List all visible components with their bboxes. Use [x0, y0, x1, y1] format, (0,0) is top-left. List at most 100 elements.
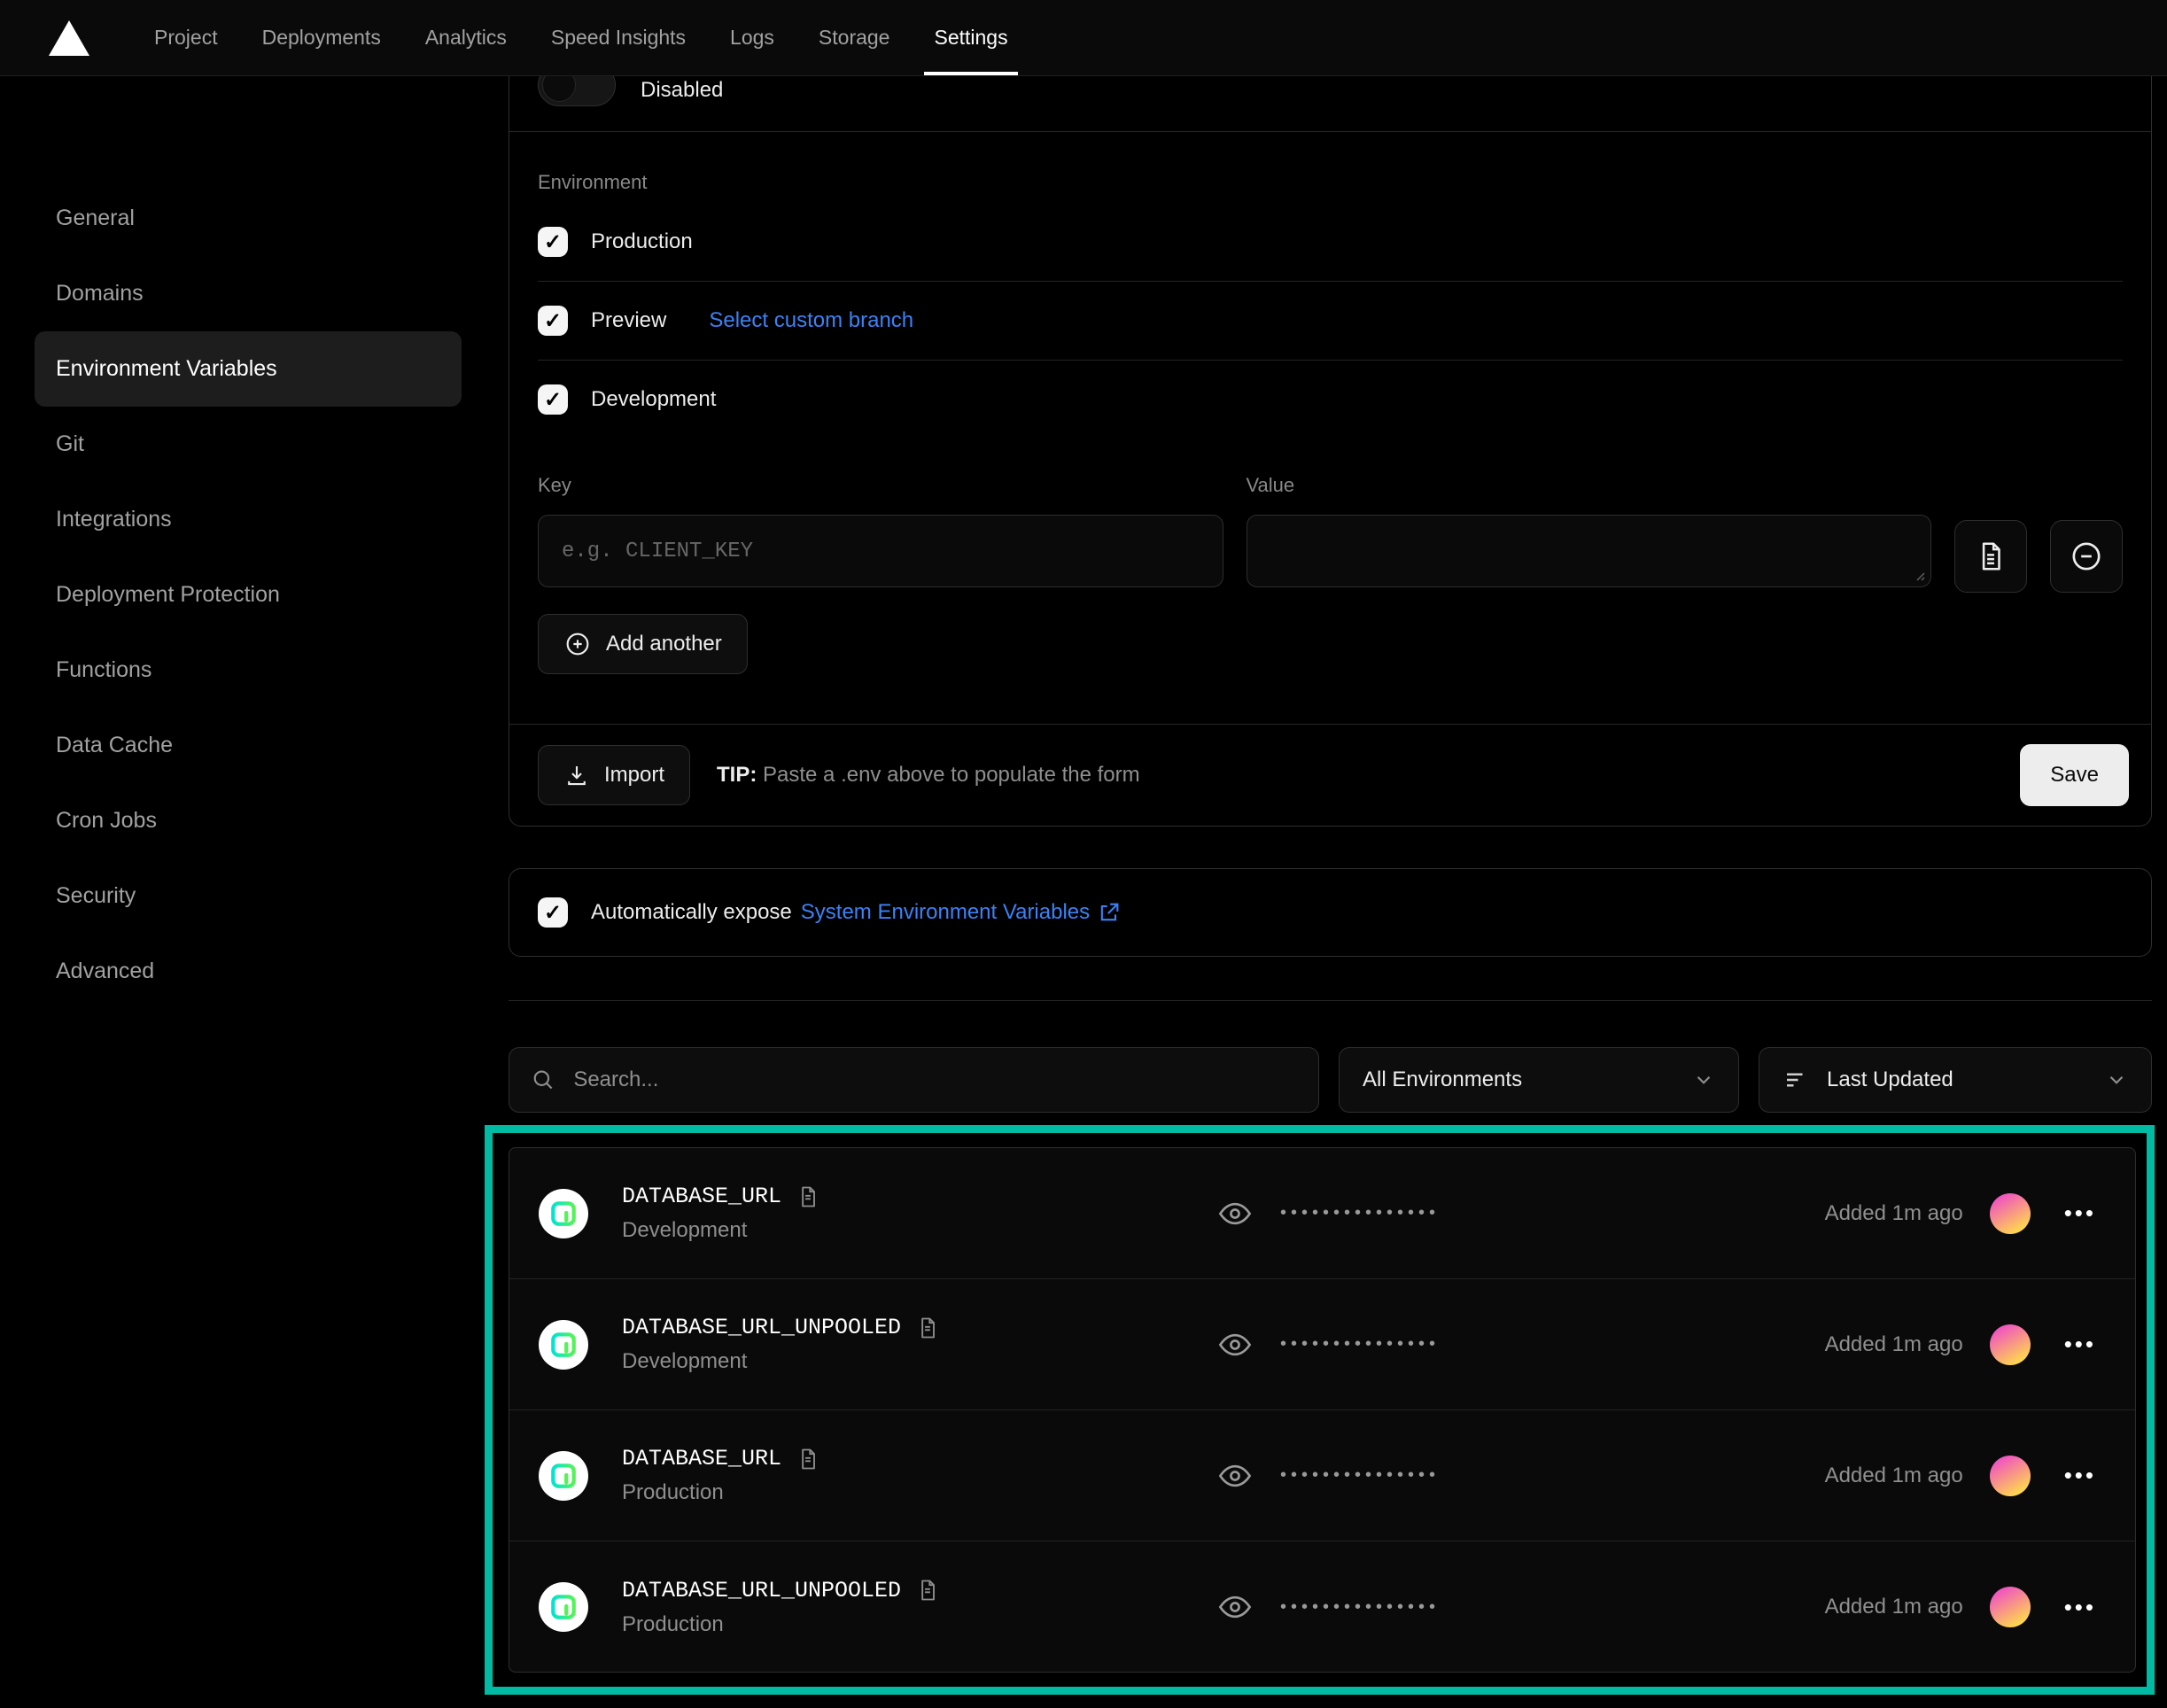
environment-filter-dropdown[interactable]: All Environments [1339, 1047, 1739, 1113]
filter-row: All Environments Last Updated [509, 1047, 2152, 1113]
env-var-row[interactable]: DATABASE_URL Development ••••••••••••••• [509, 1148, 2135, 1279]
settings-sidebar: General Domains Environment Variables Gi… [35, 181, 462, 1009]
added-timestamp: Added 1m ago [1825, 1595, 1963, 1619]
disabled-toggle[interactable] [538, 76, 616, 106]
tab-deployments[interactable]: Deployments [240, 0, 403, 75]
env-var-key: DATABASE_URL [622, 1446, 781, 1471]
tab-project[interactable]: Project [132, 0, 240, 75]
sidebar-item-deployment-protection[interactable]: Deployment Protection [35, 557, 462, 633]
sort-icon [1783, 1067, 1809, 1093]
sidebar-item-functions[interactable]: Functions [35, 633, 462, 708]
sort-dropdown[interactable]: Last Updated [1759, 1047, 2152, 1113]
top-nav: Project Deployments Analytics Speed Insi… [0, 0, 2167, 76]
neon-logo-icon [548, 1461, 579, 1491]
value-label: Value [1247, 474, 1932, 497]
user-avatar [1990, 1456, 2031, 1496]
auto-expose-checkbox[interactable]: ✓ [538, 897, 568, 928]
tab-logs[interactable]: Logs [708, 0, 796, 75]
row-menu-button[interactable]: ••• [2057, 1594, 2103, 1621]
user-avatar [1990, 1324, 2031, 1365]
paste-env-button[interactable] [1954, 520, 2027, 593]
page: Project Deployments Analytics Speed Insi… [0, 0, 2167, 1708]
added-timestamp: Added 1m ago [1825, 1463, 1963, 1488]
environment-development-row: ✓ Development [509, 361, 2151, 439]
neon-integration-avatar [539, 1451, 588, 1501]
tab-speed-insights[interactable]: Speed Insights [529, 0, 708, 75]
env-var-key: DATABASE_URL_UNPOOLED [622, 1578, 901, 1603]
key-input[interactable] [538, 515, 1223, 587]
add-another-row: Add another [509, 593, 2151, 724]
preview-checkbox[interactable]: ✓ [538, 306, 568, 336]
value-input[interactable] [1247, 515, 1932, 587]
row-menu-button[interactable]: ••• [2057, 1331, 2103, 1358]
sidebar-item-git[interactable]: Git [35, 407, 462, 482]
tab-analytics[interactable]: Analytics [403, 0, 529, 75]
development-checkbox[interactable]: ✓ [538, 384, 568, 415]
eye-icon[interactable] [1216, 1195, 1254, 1232]
note-icon[interactable] [915, 1316, 940, 1340]
env-var-row[interactable]: DATABASE_URL_UNPOOLED Production •••••••… [509, 1541, 2135, 1673]
env-var-key: DATABASE_URL_UNPOOLED [622, 1315, 901, 1340]
row-menu-button[interactable]: ••• [2057, 1199, 2103, 1227]
sidebar-item-security[interactable]: Security [35, 858, 462, 934]
select-custom-branch-link[interactable]: Select custom branch [709, 308, 913, 333]
download-icon [563, 762, 590, 788]
env-var-row[interactable]: DATABASE_URL_UNPOOLED Development ••••••… [509, 1279, 2135, 1410]
row-menu-button[interactable]: ••• [2057, 1462, 2103, 1489]
system-env-vars-link[interactable]: System Environment Variables [801, 900, 1090, 925]
form-footer: Import TIP: Paste a .env above to popula… [509, 724, 2151, 826]
sidebar-item-cron-jobs[interactable]: Cron Jobs [35, 783, 462, 858]
sidebar-item-integrations[interactable]: Integrations [35, 482, 462, 557]
chevron-down-icon [2105, 1068, 2128, 1091]
key-value-form: Key Value [509, 439, 2151, 593]
note-icon[interactable] [915, 1578, 940, 1603]
search-box[interactable] [509, 1047, 1319, 1113]
env-var-list: DATABASE_URL Development ••••••••••••••• [509, 1147, 2136, 1673]
sidebar-item-environment-variables[interactable]: Environment Variables [35, 331, 462, 407]
masked-value: ••••••••••••••• [1280, 1203, 1440, 1223]
disabled-toggle-row: Disabled [509, 76, 2151, 131]
note-icon[interactable] [796, 1447, 820, 1471]
preview-label: Preview [591, 308, 666, 333]
sidebar-item-domains[interactable]: Domains [35, 256, 462, 331]
neon-integration-avatar [539, 1320, 588, 1370]
import-button[interactable]: Import [538, 745, 690, 805]
tab-storage[interactable]: Storage [796, 0, 913, 75]
checkmark-icon: ✓ [544, 900, 562, 926]
eye-icon[interactable] [1216, 1457, 1254, 1494]
sidebar-item-advanced[interactable]: Advanced [35, 934, 462, 1009]
neon-integration-avatar [539, 1582, 588, 1632]
nav-tabs: Project Deployments Analytics Speed Insi… [132, 0, 1030, 75]
env-var-environment: Production [622, 1480, 820, 1505]
sidebar-item-general[interactable]: General [35, 181, 462, 256]
added-timestamp: Added 1m ago [1825, 1201, 1963, 1226]
tip-text: TIP: Paste a .env above to populate the … [717, 763, 1140, 788]
sort-label: Last Updated [1827, 1068, 1953, 1092]
eye-icon[interactable] [1216, 1588, 1254, 1626]
auto-expose-panel: ✓ Automatically expose System Environmen… [509, 868, 2152, 957]
note-icon[interactable] [796, 1184, 820, 1209]
env-var-environment: Production [622, 1612, 940, 1637]
env-var-key: DATABASE_URL [622, 1184, 781, 1209]
neon-logo-icon [548, 1330, 579, 1360]
env-var-row[interactable]: DATABASE_URL Production ••••••••••••••• [509, 1410, 2135, 1541]
production-checkbox[interactable]: ✓ [538, 227, 568, 257]
plus-circle-icon [563, 630, 592, 658]
vercel-logo-icon[interactable] [49, 20, 89, 56]
chevron-down-icon [1692, 1068, 1715, 1091]
divider [509, 1000, 2152, 1001]
checkmark-icon: ✓ [544, 229, 562, 255]
add-another-button[interactable]: Add another [538, 614, 748, 674]
sidebar-item-data-cache[interactable]: Data Cache [35, 708, 462, 783]
search-input[interactable] [573, 1068, 1297, 1092]
external-link-icon [1097, 900, 1122, 925]
neon-logo-icon [548, 1592, 579, 1622]
save-button[interactable]: Save [2020, 744, 2129, 806]
user-avatar [1990, 1193, 2031, 1234]
document-icon [1974, 540, 2008, 573]
import-label: Import [604, 763, 664, 788]
resize-handle-icon[interactable] [1913, 569, 1925, 581]
remove-row-button[interactable] [2050, 520, 2123, 593]
tab-settings[interactable]: Settings [912, 0, 1029, 75]
eye-icon[interactable] [1216, 1326, 1254, 1363]
